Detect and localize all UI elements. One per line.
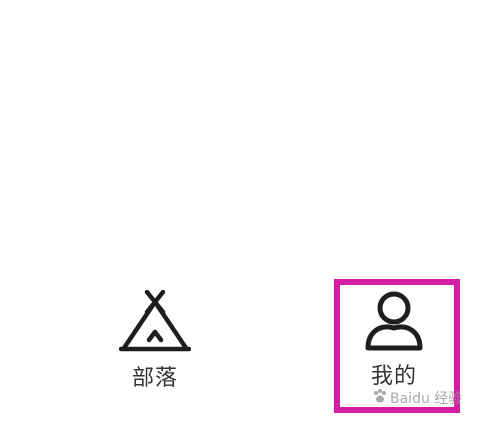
screen: 部落 我的 Baidu 经验 xyxy=(0,0,500,436)
highlight-box xyxy=(334,279,460,413)
tab-buluo-label: 部落 xyxy=(131,366,178,391)
tab-buluo[interactable]: 部落 xyxy=(105,290,205,392)
tent-icon xyxy=(119,290,191,352)
